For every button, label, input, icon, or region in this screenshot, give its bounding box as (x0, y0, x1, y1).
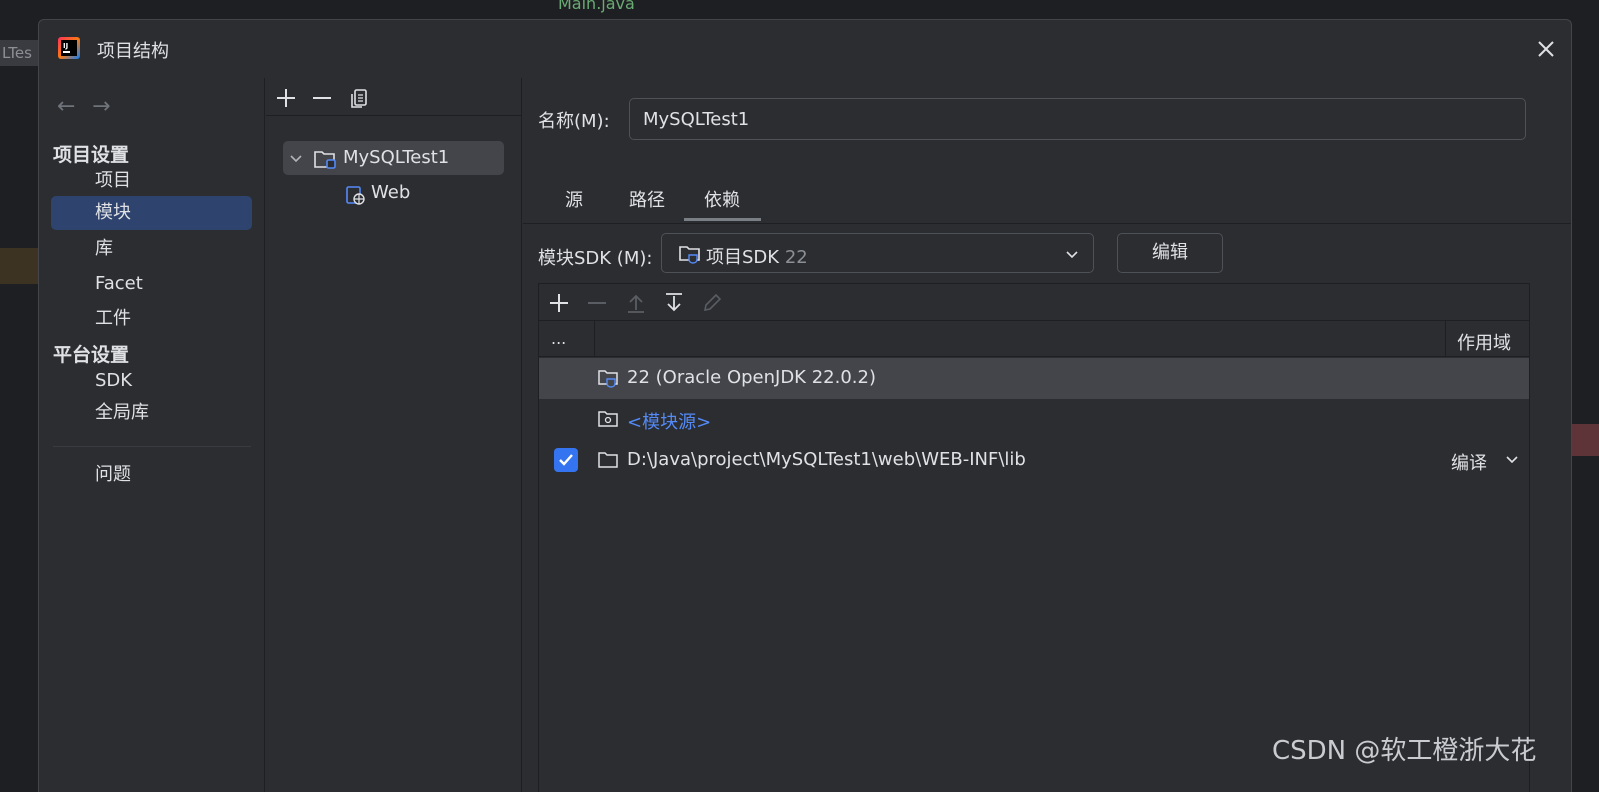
svg-text:IJ: IJ (63, 42, 68, 50)
tab-paths[interactable]: 路径 (629, 186, 665, 212)
back-arrow-icon[interactable]: ← (57, 94, 87, 119)
background-highlight (0, 248, 40, 284)
intellij-logo-icon: IJ (58, 37, 80, 59)
sdk-selected-value: 项目SDK 22 (706, 243, 808, 269)
module-tree-toolbar (266, 78, 521, 116)
active-tab-indicator (684, 218, 761, 221)
nav-item-project[interactable]: 项目 (51, 164, 252, 198)
tree-item-module-label: MySQLTest1 (343, 147, 450, 168)
column-header-more[interactable]: ... (551, 329, 566, 348)
dependency-name: <模块源> (627, 412, 712, 433)
nav-item-facets[interactable]: Facet (51, 267, 252, 301)
export-checkbox[interactable] (554, 448, 578, 472)
web-facet-icon (346, 186, 365, 205)
tab-dependencies[interactable]: 依赖 (704, 186, 740, 212)
settings-nav: ← → 项目设置 项目 模块 库 Facet 工件 平台设置 SDK 全局库 问… (39, 78, 265, 792)
editor-tab-strip: Main.java (268, 0, 1599, 18)
module-tabs: 源 路径 依赖 (523, 174, 1571, 224)
nav-history: ← → (57, 94, 122, 119)
dependencies-table: ... 作用域 22 (Oracle OpenJDK 22.0.2) <模块源> (538, 283, 1530, 792)
nav-item-libraries[interactable]: 库 (51, 232, 252, 266)
nav-section-project-settings: 项目设置 (53, 144, 130, 166)
dependency-row-sdk[interactable]: 22 (Oracle OpenJDK 22.0.2) (539, 358, 1529, 399)
dependency-row-lib[interactable]: D:\Java\project\MySQLTest1\web\WEB-INF\l… (539, 440, 1529, 481)
dependency-name: D:\Java\project\MySQLTest1\web\WEB-INF\l… (627, 449, 1026, 470)
dialog-titlebar: IJ 项目结构 (39, 20, 1571, 78)
nav-section-platform-settings: 平台设置 (53, 344, 130, 366)
nav-item-global-libraries[interactable]: 全局库 (51, 396, 252, 430)
chevron-down-icon[interactable] (1504, 452, 1520, 468)
edit-pencil-icon[interactable] (699, 290, 725, 316)
copy-icon[interactable] (346, 84, 374, 112)
add-icon[interactable] (272, 84, 300, 112)
module-folder-icon (314, 151, 336, 169)
module-sdk-label: 模块SDK (M): (538, 248, 653, 269)
jdk-folder-icon (598, 370, 618, 388)
forward-arrow-icon[interactable]: → (92, 94, 122, 119)
dialog-title: 项目结构 (97, 41, 169, 62)
nav-item-problems[interactable]: 问题 (51, 458, 252, 492)
nav-item-sdks[interactable]: SDK (51, 364, 252, 398)
remove-icon[interactable] (584, 290, 610, 316)
column-header-scope[interactable]: 作用域 (1457, 329, 1511, 355)
move-up-icon[interactable] (623, 290, 649, 316)
dependencies-toolbar (539, 284, 1529, 321)
tree-item-web-facet[interactable]: Web (344, 176, 504, 210)
add-icon[interactable] (546, 290, 572, 316)
move-down-icon[interactable] (661, 290, 687, 316)
tree-item-web-label: Web (371, 182, 411, 203)
project-structure-dialog: IJ 项目结构 ← → 项目设置 项目 模块 库 Facet 工件 平台设置 S… (38, 19, 1572, 792)
background-error-marker (1572, 424, 1599, 456)
column-divider (594, 321, 595, 357)
dependency-name: 22 (Oracle OpenJDK 22.0.2) (627, 367, 876, 388)
module-tree-panel: MySQLTest1 Web (266, 78, 522, 792)
sdk-folder-icon (679, 246, 700, 264)
dependency-scope[interactable]: 编译 (1451, 449, 1487, 475)
tab-sources[interactable]: 源 (565, 186, 583, 212)
remove-icon[interactable] (308, 84, 336, 112)
edit-sdk-button[interactable]: 编辑 (1117, 233, 1223, 273)
folder-icon (598, 452, 618, 468)
nav-item-artifacts[interactable]: 工件 (51, 302, 252, 336)
source-folder-icon (598, 411, 618, 427)
sdk-name: 项目SDK (706, 247, 780, 268)
nav-divider (53, 446, 251, 447)
chevron-down-icon[interactable] (289, 152, 303, 166)
nav-item-modules[interactable]: 模块 (51, 196, 252, 230)
name-label: 名称(M): (538, 111, 610, 132)
checkmark-icon (559, 454, 573, 466)
module-name-input[interactable] (629, 98, 1526, 140)
editor-tab[interactable]: Main.java (558, 0, 635, 13)
column-divider (1445, 321, 1446, 357)
close-icon[interactable] (1531, 34, 1561, 64)
module-details: 名称(M): 源 路径 依赖 模块SDK (M): 项目SDK 22 编辑 (523, 78, 1571, 792)
background-tool-label: LTes (0, 40, 40, 66)
sdk-version: 22 (784, 247, 808, 268)
watermark: CSDN @软工橙浙大花 (1272, 736, 1537, 766)
tree-item-module[interactable]: MySQLTest1 (283, 141, 504, 175)
chevron-down-icon (1066, 251, 1078, 259)
module-sdk-dropdown[interactable]: 项目SDK 22 (661, 233, 1094, 273)
dependency-row-module-source[interactable]: <模块源> (539, 399, 1529, 440)
dependencies-header: ... 作用域 (539, 321, 1529, 357)
